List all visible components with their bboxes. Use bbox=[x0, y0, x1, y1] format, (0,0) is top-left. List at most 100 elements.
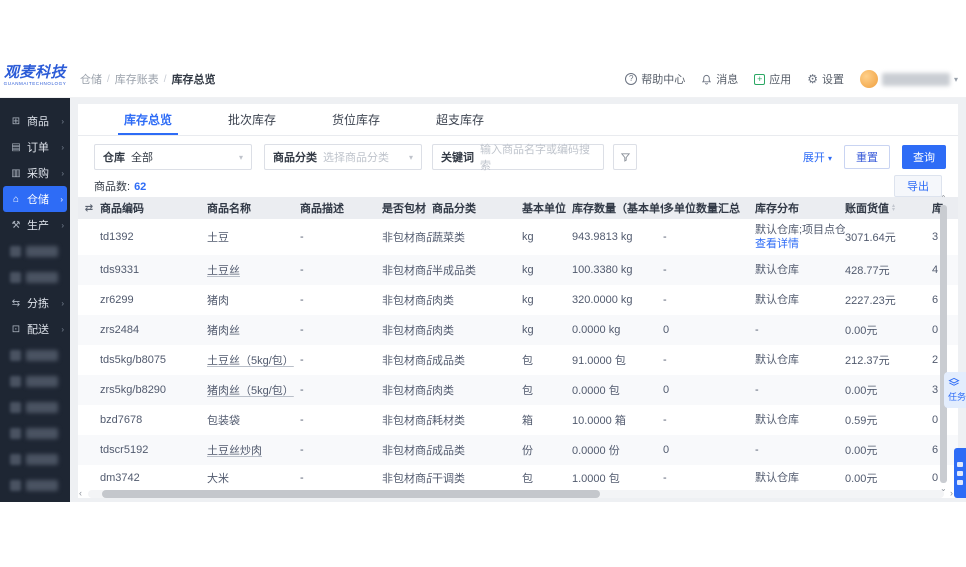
sidebar-item-label: 生产 bbox=[27, 220, 49, 232]
table-row: tds9331 土豆丝 - 非包材商品 半成品类 kg 100.3380 kg - 默认仓库 42… bbox=[78, 255, 958, 285]
goods-name-text[interactable]: 土豆丝（5kg/包） bbox=[207, 355, 294, 367]
sidebar-item-生产[interactable]: ⚒ 生产 › bbox=[0, 212, 70, 238]
scroll-right-arrow[interactable]: › bbox=[950, 488, 953, 498]
cell-distribution: 默认仓库 bbox=[755, 353, 845, 367]
brand-logo: 观麦科技 GUANMAITECHNOLOGY bbox=[0, 60, 70, 98]
view-detail-link[interactable]: 查看详情 bbox=[755, 237, 839, 251]
column-header-label: 商品名称 bbox=[207, 203, 251, 215]
sidebar-item-redacted[interactable] bbox=[0, 238, 70, 264]
cell-description: - bbox=[300, 354, 304, 366]
redacted-label bbox=[26, 453, 58, 465]
sidebar-item-采购[interactable]: ▥ 采购 › bbox=[0, 160, 70, 186]
cell-base-unit: 包 bbox=[522, 355, 533, 367]
sidebar-item-redacted[interactable] bbox=[0, 446, 70, 472]
cell-description: - bbox=[300, 231, 304, 243]
cell-goods-name: 猪肉 bbox=[207, 292, 300, 308]
goods-name-text[interactable]: 土豆丝炒肉 bbox=[207, 445, 262, 457]
tab-批次库存[interactable]: 批次库存 bbox=[214, 104, 290, 135]
cell-distribution: 默认仓库 bbox=[755, 413, 845, 427]
sidebar-item-redacted[interactable] bbox=[0, 420, 70, 446]
reset-button[interactable]: 重置 bbox=[844, 145, 890, 169]
keyword-input[interactable]: 关键词 输入商品名字或编码搜索 bbox=[432, 144, 604, 172]
content-card: 库存总览 批次库存 货位库存 超支库存 仓库 全部 ▾ 商品分类 选择商品分类 ▾ 关… bbox=[78, 104, 958, 498]
messages-button[interactable]: 消息 bbox=[701, 71, 738, 87]
brand-subtitle: GUANMAITECHNOLOGY bbox=[3, 81, 67, 86]
cell-goods-code: zr6299 bbox=[100, 294, 134, 306]
redacted-icon bbox=[10, 427, 21, 439]
settings-button[interactable]: ⚙ 设置 bbox=[807, 71, 844, 87]
sidebar-item-配送[interactable]: ⊡ 配送 › bbox=[0, 316, 70, 342]
sidebar-item-分拣[interactable]: ⇆ 分拣 › bbox=[0, 290, 70, 316]
cell-goods-name: 土豆丝（5kg/包） bbox=[207, 352, 300, 368]
task-float-button[interactable]: 任务 bbox=[944, 372, 966, 408]
distribution-text: 默认仓库 bbox=[755, 414, 799, 426]
horizontal-scrollbar-thumb[interactable] bbox=[102, 490, 600, 498]
column-header-账面货值[interactable]: 账面货值 ▴ ▾ bbox=[845, 200, 932, 216]
tab-货位库存[interactable]: 货位库存 bbox=[318, 104, 394, 135]
column-header-label: 多单位数量汇总 bbox=[663, 203, 740, 215]
export-button[interactable]: 导出 bbox=[894, 175, 942, 197]
redacted-icon bbox=[10, 401, 21, 413]
sidebar-item-仓储[interactable]: ⌂ 仓储 › bbox=[3, 186, 67, 212]
goods-name-text[interactable]: 猪肉丝（5kg/包） bbox=[207, 385, 294, 397]
help-label: 帮助中心 bbox=[641, 74, 686, 86]
apps-button[interactable]: + 应用 bbox=[754, 71, 791, 87]
sidebar-item-redacted[interactable] bbox=[0, 472, 70, 498]
cell-distribution: - bbox=[755, 443, 845, 457]
cell-category: 成品类 bbox=[432, 445, 465, 457]
sidebar-item-redacted[interactable] bbox=[0, 264, 70, 290]
cell-stock-qty: 10.0000 箱 bbox=[572, 415, 626, 427]
advanced-filter-button[interactable] bbox=[613, 144, 637, 170]
cell-book-value: 0.59元 bbox=[845, 415, 878, 427]
purchase-icon: ▥ bbox=[11, 167, 21, 179]
goods-name-text[interactable]: 土豆丝 bbox=[207, 265, 240, 277]
redacted-label bbox=[26, 245, 58, 257]
column-header-商品分类: 商品分类 bbox=[432, 200, 522, 216]
cell-description: - bbox=[300, 324, 304, 336]
vertical-scrollbar-thumb[interactable] bbox=[940, 205, 947, 483]
cell-multi-unit-qty: 0 bbox=[663, 384, 670, 396]
goods-icon: ⊞ bbox=[11, 115, 21, 127]
sidebar-item-订单[interactable]: ▤ 订单 › bbox=[0, 134, 70, 160]
horizontal-scrollbar[interactable]: ‹ › bbox=[79, 488, 953, 498]
warehouse-select[interactable]: 仓库 全部 ▾ bbox=[94, 144, 252, 170]
breadcrumb-item[interactable]: 库存账表 bbox=[115, 71, 159, 87]
cell-is-packing: 非包材商品 bbox=[382, 325, 432, 337]
user-menu[interactable]: ▾ bbox=[859, 70, 958, 88]
breadcrumb-item[interactable]: 仓储 bbox=[80, 71, 102, 87]
cutoff-side-panel[interactable] bbox=[954, 448, 966, 498]
sidebar-item-label: 配送 bbox=[27, 324, 49, 336]
search-button[interactable]: 查询 bbox=[902, 145, 946, 169]
distribution-text: 默认仓库 bbox=[755, 472, 799, 484]
sidebar-item-redacted[interactable] bbox=[0, 368, 70, 394]
sidebar-item-redacted[interactable] bbox=[0, 394, 70, 420]
scroll-left-arrow[interactable]: ‹ bbox=[79, 488, 82, 498]
help-center-button[interactable]: ? 帮助中心 bbox=[625, 71, 685, 87]
cell-stock-qty: 1.0000 包 bbox=[572, 473, 620, 485]
tab-超支库存[interactable]: 超支库存 bbox=[422, 104, 498, 135]
goods-count-label: 商品数: bbox=[94, 181, 131, 193]
sidebar-item-redacted[interactable] bbox=[0, 342, 70, 368]
column-settings-icon[interactable]: ⇄ bbox=[78, 203, 100, 214]
cell-multi-unit-qty: - bbox=[663, 354, 667, 366]
chevron-down-icon: ▾ bbox=[953, 74, 958, 84]
sidebar-item-商品[interactable]: ⊞ 商品 › bbox=[0, 108, 70, 134]
redacted-icon bbox=[10, 375, 21, 387]
chevron-right-icon: › bbox=[61, 168, 64, 178]
sidebar-item-label: 采购 bbox=[27, 168, 49, 180]
category-select[interactable]: 商品分类 选择商品分类 ▾ bbox=[264, 144, 422, 170]
chevron-right-icon: › bbox=[61, 116, 64, 126]
column-header-库存数量（基本单位）[interactable]: 库存数量（基本单位）▴▾ bbox=[572, 200, 663, 216]
tab-库存总览[interactable]: 库存总览 bbox=[110, 104, 186, 135]
column-header-label: 商品描述 bbox=[300, 203, 344, 215]
expand-toggle[interactable]: 展开 ▾ bbox=[803, 149, 832, 165]
table-row: tdscr5192 土豆丝炒肉 - 非包材商品 成品类份 0.0000 份 0-0.00元 6 bbox=[78, 435, 958, 465]
cell-goods-code: zrs5kg/b8290 bbox=[100, 384, 167, 396]
breadcrumb-separator: / bbox=[163, 73, 167, 85]
cell-multi-unit-qty: 0 bbox=[663, 444, 670, 456]
column-header-多单位数量汇总: 多单位数量汇总 bbox=[663, 200, 755, 216]
scroll-up-arrow[interactable]: ⌃ bbox=[940, 194, 947, 203]
scroll-down-arrow[interactable]: ⌄ bbox=[940, 484, 947, 493]
distribution-text: 默认仓库 bbox=[755, 294, 799, 306]
cell-stock-qty: 100.3380 kg bbox=[572, 264, 633, 276]
